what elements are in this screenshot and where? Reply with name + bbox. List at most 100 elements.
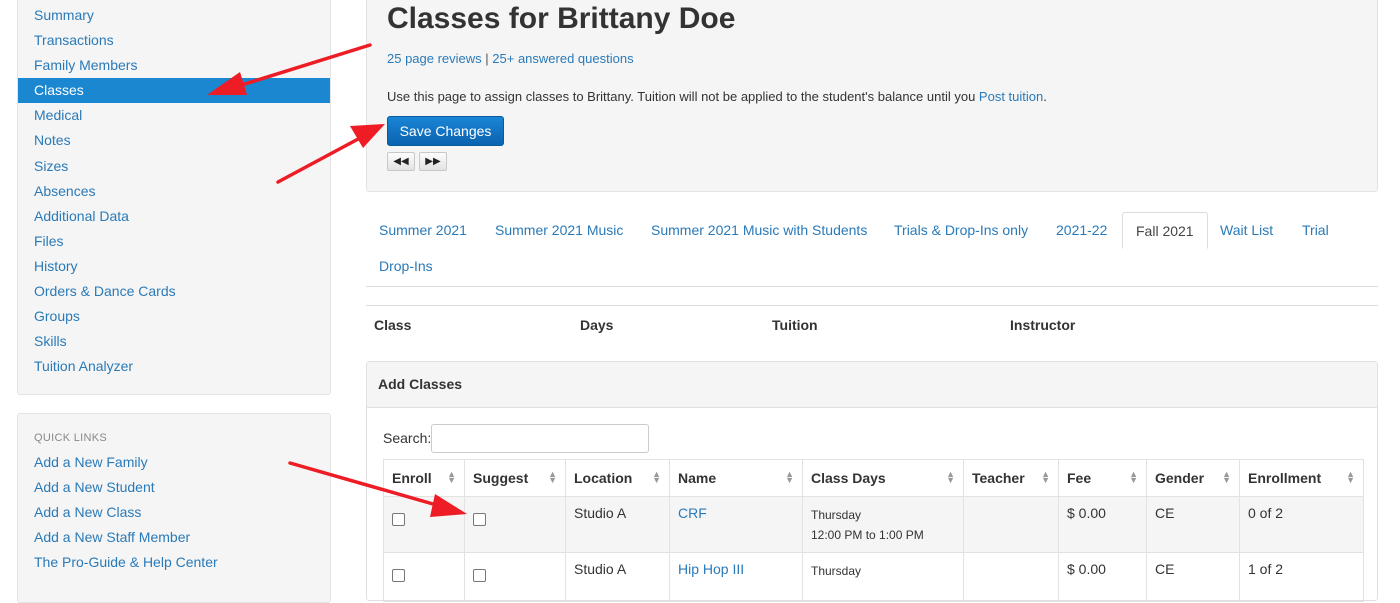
add-classes-panel: Add Classes Search: Enroll ▲ ▼ Suggest ▲ ▼ L… (366, 361, 1378, 602)
sort-icon: ▲ ▼ (652, 469, 661, 485)
search-input[interactable] (431, 424, 649, 453)
tab-summer-2021-music[interactable]: Summer 2021 Music (482, 212, 636, 248)
cell-teacher (963, 552, 1059, 602)
review-links: 25 page reviews | 25+ answered questions (387, 51, 634, 66)
col-class-days[interactable]: Class Days ▲ ▼ (802, 459, 964, 497)
sidebar-item-notes[interactable]: Notes (18, 128, 330, 153)
intro-text: Use this page to assign classes to Britt… (387, 89, 1047, 104)
quick-link-add-class[interactable]: Add a New Class (18, 500, 330, 525)
class-name-link[interactable]: Hip Hop III (678, 561, 744, 577)
cell-day: Thursday (811, 564, 862, 578)
sidebar-item-absences[interactable]: Absences (18, 179, 330, 204)
cell-gender: CE (1146, 496, 1240, 553)
sidebar-item-medical[interactable]: Medical (18, 103, 330, 128)
col-suggest[interactable]: Suggest ▲ ▼ (464, 459, 566, 497)
sort-icon: ▲ ▼ (1346, 469, 1355, 485)
cell-location: Studio A (565, 496, 670, 553)
tab-summer-2021-music-students[interactable]: Summer 2021 Music with Students (638, 212, 880, 248)
table-row: Studio A CRF Thursday 12:00 PM to 1:00 PM… (383, 496, 1364, 553)
cell-location: Studio A (565, 552, 670, 602)
tab-trial[interactable]: Trial (1289, 212, 1342, 248)
header-panel: Classes for Brittany Doe 25 page reviews… (366, 0, 1378, 192)
cell-time: 12:00 PM to 1:00 PM (811, 528, 924, 542)
column-header-instructor: Instructor (1010, 317, 1076, 333)
cell-day: Thursday (811, 508, 862, 522)
quick-links-list: Add a New Family Add a New Student Add a… (18, 450, 330, 575)
intro-period: . (1043, 89, 1047, 104)
quick-link-help-center[interactable]: The Pro-Guide & Help Center (18, 550, 330, 575)
col-fee[interactable]: Fee ▲ ▼ (1058, 459, 1147, 497)
enroll-checkbox[interactable] (392, 569, 405, 582)
sidebar-item-classes[interactable]: Classes (18, 78, 330, 104)
save-changes-button[interactable]: Save Changes (387, 116, 504, 146)
sidebar-item-sizes[interactable]: Sizes (18, 154, 330, 179)
sidebar-item-tuition-analyzer[interactable]: Tuition Analyzer (18, 354, 330, 379)
sidebar-nav-panel: Summary Transactions Family Members Clas… (17, 0, 331, 395)
tab-drop-ins[interactable]: Drop-Ins (366, 248, 446, 284)
sidebar-item-history[interactable]: History (18, 254, 330, 279)
table-row: Studio A Hip Hop III Thursday $ 0.00 CE … (383, 552, 1364, 602)
col-location[interactable]: Location ▲ ▼ (565, 459, 670, 497)
sidebar-item-files[interactable]: Files (18, 229, 330, 254)
session-tabs: Summer 2021 Summer 2021 Music Summer 202… (366, 212, 1378, 287)
sidebar-item-summary[interactable]: Summary (18, 3, 330, 28)
sidebar-item-transactions[interactable]: Transactions (18, 28, 330, 53)
tab-summer-2021[interactable]: Summer 2021 (366, 212, 480, 248)
sort-icon: ▲ ▼ (785, 469, 794, 485)
quick-link-add-student[interactable]: Add a New Student (18, 475, 330, 500)
tab-wait-list[interactable]: Wait List (1207, 212, 1286, 248)
enroll-checkbox[interactable] (392, 513, 405, 526)
link-separator: | (481, 51, 493, 66)
sort-icon: ▲ ▼ (548, 469, 557, 485)
col-enrollment[interactable]: Enrollment ▲ ▼ (1239, 459, 1364, 497)
tab-2021-22[interactable]: 2021-22 (1043, 212, 1120, 248)
col-gender[interactable]: Gender ▲ ▼ (1146, 459, 1240, 497)
quick-link-add-family[interactable]: Add a New Family (18, 450, 330, 475)
sidebar-item-additional-data[interactable]: Additional Data (18, 204, 330, 229)
col-enroll[interactable]: Enroll ▲ ▼ (383, 459, 465, 497)
suggest-checkbox[interactable] (473, 513, 486, 526)
col-name[interactable]: Name ▲ ▼ (669, 459, 803, 497)
rewind-icon: ◀◀ (393, 156, 409, 167)
previous-student-button[interactable]: ◀◀ (387, 152, 415, 171)
quick-links-title: QUICK LINKS (34, 432, 107, 444)
cell-fee: $ 0.00 (1058, 552, 1147, 602)
add-classes-heading: Add Classes (367, 362, 1377, 408)
search-label: Search: (383, 430, 432, 446)
quick-link-add-staff[interactable]: Add a New Staff Member (18, 525, 330, 550)
cell-enrollment: 0 of 2 (1239, 496, 1364, 553)
sort-icon: ▲ ▼ (1041, 469, 1050, 485)
post-tuition-link[interactable]: Post tuition (979, 89, 1043, 104)
page-reviews-link[interactable]: 25 page reviews (387, 51, 482, 66)
col-teacher[interactable]: Teacher ▲ ▼ (963, 459, 1059, 497)
sort-icon: ▲ ▼ (1222, 469, 1231, 485)
page-title: Classes for Brittany Doe (387, 2, 736, 35)
cell-teacher (963, 496, 1059, 553)
tab-trials-drop-ins[interactable]: Trials & Drop-Ins only (881, 212, 1041, 248)
next-student-button[interactable]: ▶▶ (419, 152, 447, 171)
cell-enrollment: 1 of 2 (1239, 552, 1364, 602)
quick-links-panel: QUICK LINKS Add a New Family Add a New S… (17, 413, 331, 603)
intro-sentence: Use this page to assign classes to Britt… (387, 89, 979, 104)
cell-fee: $ 0.00 (1058, 496, 1147, 553)
answered-questions-link[interactable]: 25+ answered questions (492, 51, 633, 66)
tab-fall-2021[interactable]: Fall 2021 (1122, 212, 1208, 249)
column-header-tuition: Tuition (772, 317, 818, 333)
column-header-days: Days (580, 317, 614, 333)
sidebar-item-orders-dance-cards[interactable]: Orders & Dance Cards (18, 279, 330, 304)
sidebar-item-skills[interactable]: Skills (18, 329, 330, 354)
enrolled-classes-header: Class Days Tuition Instructor (366, 305, 1378, 346)
column-header-class: Class (374, 317, 412, 333)
class-name-link[interactable]: CRF (678, 505, 707, 521)
fast-forward-icon: ▶▶ (425, 156, 441, 167)
sort-icon: ▲ ▼ (1129, 469, 1138, 485)
cell-gender: CE (1146, 552, 1240, 602)
suggest-checkbox[interactable] (473, 569, 486, 582)
sidebar-item-groups[interactable]: Groups (18, 304, 330, 329)
sort-icon: ▲ ▼ (447, 469, 456, 485)
classes-table: Enroll ▲ ▼ Suggest ▲ ▼ Location ▲ ▼ Name ▲ ▼ Cla… (383, 459, 1364, 602)
sort-icon: ▲ ▼ (946, 469, 955, 485)
sidebar-item-family-members[interactable]: Family Members (18, 53, 330, 78)
sidebar-nav-list: Summary Transactions Family Members Clas… (18, 3, 330, 379)
table-header-row: Enroll ▲ ▼ Suggest ▲ ▼ Location ▲ ▼ Name ▲ ▼ Cla… (383, 459, 1364, 497)
